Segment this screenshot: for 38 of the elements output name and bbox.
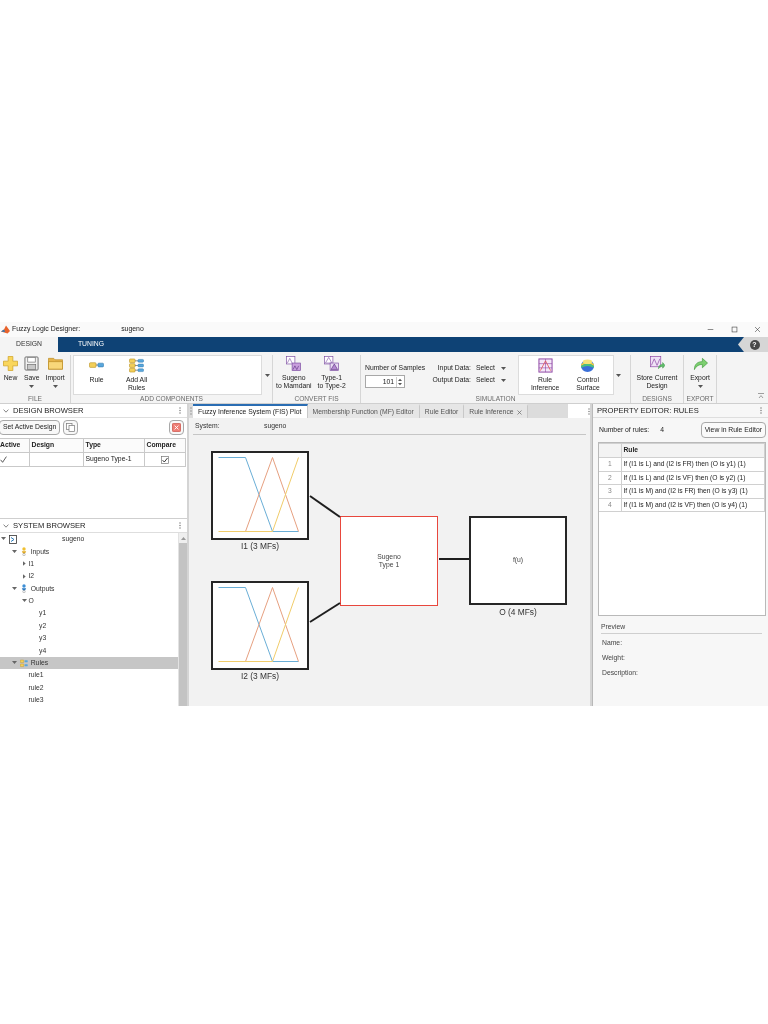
stacked-blocks-icon (129, 358, 145, 373)
chevron-icon[interactable] (3, 523, 9, 528)
caret-icon (616, 373, 622, 377)
delete-button[interactable] (169, 420, 184, 435)
cross-icon (172, 423, 181, 432)
close-icon[interactable] (753, 326, 761, 333)
linked-blocks-icon (19, 658, 28, 668)
folder-icon (47, 356, 63, 371)
curved-arrow-icon (692, 356, 708, 371)
figure-icon (19, 547, 28, 557)
node-label: I1 (3 MFs) (240, 541, 280, 552)
caret-icon (500, 378, 506, 382)
scrollbar-thumb[interactable] (179, 543, 187, 706)
caret-icon (264, 373, 270, 377)
copy-button[interactable] (63, 420, 79, 435)
caret-icon (500, 366, 506, 370)
spin-arrows-icon[interactable] (396, 376, 403, 387)
chevron-icon[interactable] (3, 408, 9, 413)
app-logo-icon (1, 325, 10, 334)
maximize-icon[interactable] (730, 326, 738, 333)
block-arrow-icon (9, 534, 17, 544)
up-arrow-icon[interactable] (180, 537, 186, 540)
close-icon[interactable] (516, 409, 522, 415)
scrollbar[interactable] (178, 533, 187, 706)
checkbox[interactable] (160, 455, 169, 464)
figure-icon (19, 584, 28, 594)
chart-arrow-icon (649, 356, 665, 371)
tab-menu-button[interactable] (568, 404, 590, 418)
triangle-chart-pair-icon (324, 356, 340, 371)
node-label: I2 (3 MFs) (240, 671, 280, 682)
plus-icon (3, 356, 18, 371)
grid-chart-icon (537, 358, 553, 373)
copy-icon (66, 423, 76, 432)
collapse-icon[interactable] (758, 393, 764, 399)
node-label: O (4 MFs) (499, 607, 537, 618)
chart-pair-icon (286, 356, 302, 371)
minimize-icon[interactable] (706, 326, 714, 333)
surface-icon (580, 358, 596, 373)
